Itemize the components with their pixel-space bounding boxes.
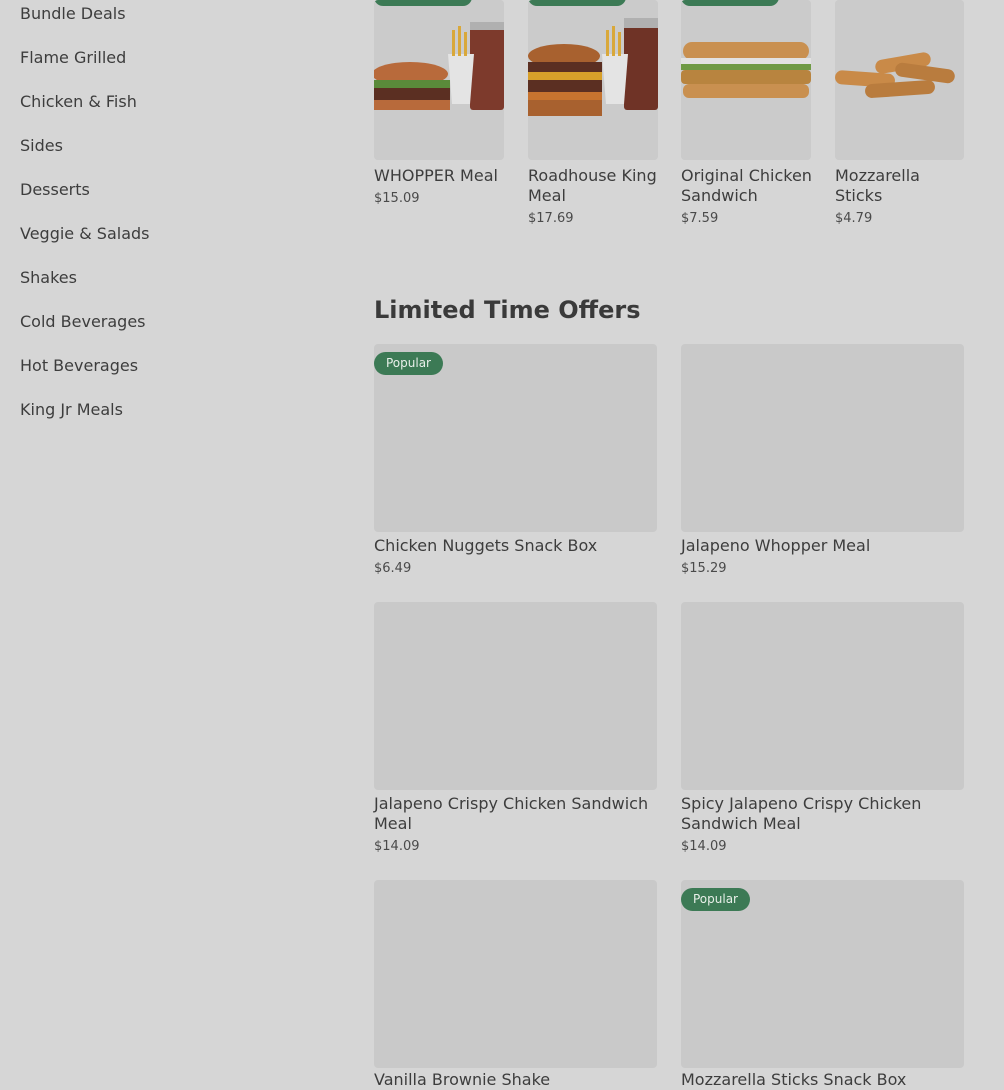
menu-item-name[interactable]: Original Chicken Sandwich [681,166,821,206]
menu-item-card[interactable]: Popular [681,880,964,1068]
category-veggie-salads[interactable]: Veggie & Salads [20,224,150,243]
roadhouse-king-meal-image [528,0,658,160]
featured-badge [681,0,779,6]
category-sides[interactable]: Sides [20,136,63,155]
menu-item-card[interactable] [374,880,657,1068]
original-chicken-sandwich-image [681,0,811,160]
category-desserts[interactable]: Desserts [20,180,90,199]
mozzarella-sticks-image [835,0,964,160]
featured-badge [374,0,472,6]
menu-item-name[interactable]: Chicken Nuggets Snack Box [374,536,657,556]
menu-item-card[interactable] [528,0,658,160]
menu-item-price: $4.79 [835,211,873,226]
menu-item-card[interactable] [374,602,657,790]
whopper-meal-image [374,0,504,160]
featured-badge [528,0,626,6]
popular-badge: Popular [681,888,750,911]
menu-item-price: $7.59 [681,211,719,226]
menu-item-card[interactable] [374,0,504,160]
category-chicken-fish[interactable]: Chicken & Fish [20,92,137,111]
category-flame-grilled[interactable]: Flame Grilled [20,48,126,67]
menu-item-name[interactable]: Mozzarella Sticks Snack Box [681,1070,964,1090]
menu-item-card[interactable] [681,344,964,532]
category-hot-beverages[interactable]: Hot Beverages [20,356,138,375]
section-title-limited-time-offers: Limited Time Offers [374,296,641,324]
menu-item-price: $15.29 [681,561,727,576]
menu-item-name[interactable]: Jalapeno Crispy Chicken Sandwich Meal [374,794,657,834]
menu-item-price: $14.09 [681,839,727,854]
menu-item-card[interactable]: Popular [374,344,657,532]
menu-item-name[interactable]: Roadhouse King Meal [528,166,668,206]
menu-item-price: $15.09 [374,191,420,206]
menu-item-name[interactable]: Spicy Jalapeno Crispy Chicken Sandwich M… [681,794,964,834]
category-bundle-deals[interactable]: Bundle Deals [20,4,126,23]
menu-item-name[interactable]: Jalapeno Whopper Meal [681,536,964,556]
menu-item-price: $17.69 [528,211,574,226]
menu-item-name[interactable]: WHOPPER Meal [374,166,514,186]
menu-item-card[interactable] [681,0,811,160]
menu-item-name[interactable]: Vanilla Brownie Shake [374,1070,657,1090]
menu-item-card[interactable] [835,0,964,160]
category-cold-beverages[interactable]: Cold Beverages [20,312,146,331]
category-king-jr-meals[interactable]: King Jr Meals [20,400,123,419]
menu-item-price: $6.49 [374,561,412,576]
menu-item-card[interactable] [681,602,964,790]
popular-badge: Popular [374,352,443,375]
category-shakes[interactable]: Shakes [20,268,77,287]
menu-item-name[interactable]: Mozzarella Sticks [835,166,965,206]
menu-item-price: $14.09 [374,839,420,854]
